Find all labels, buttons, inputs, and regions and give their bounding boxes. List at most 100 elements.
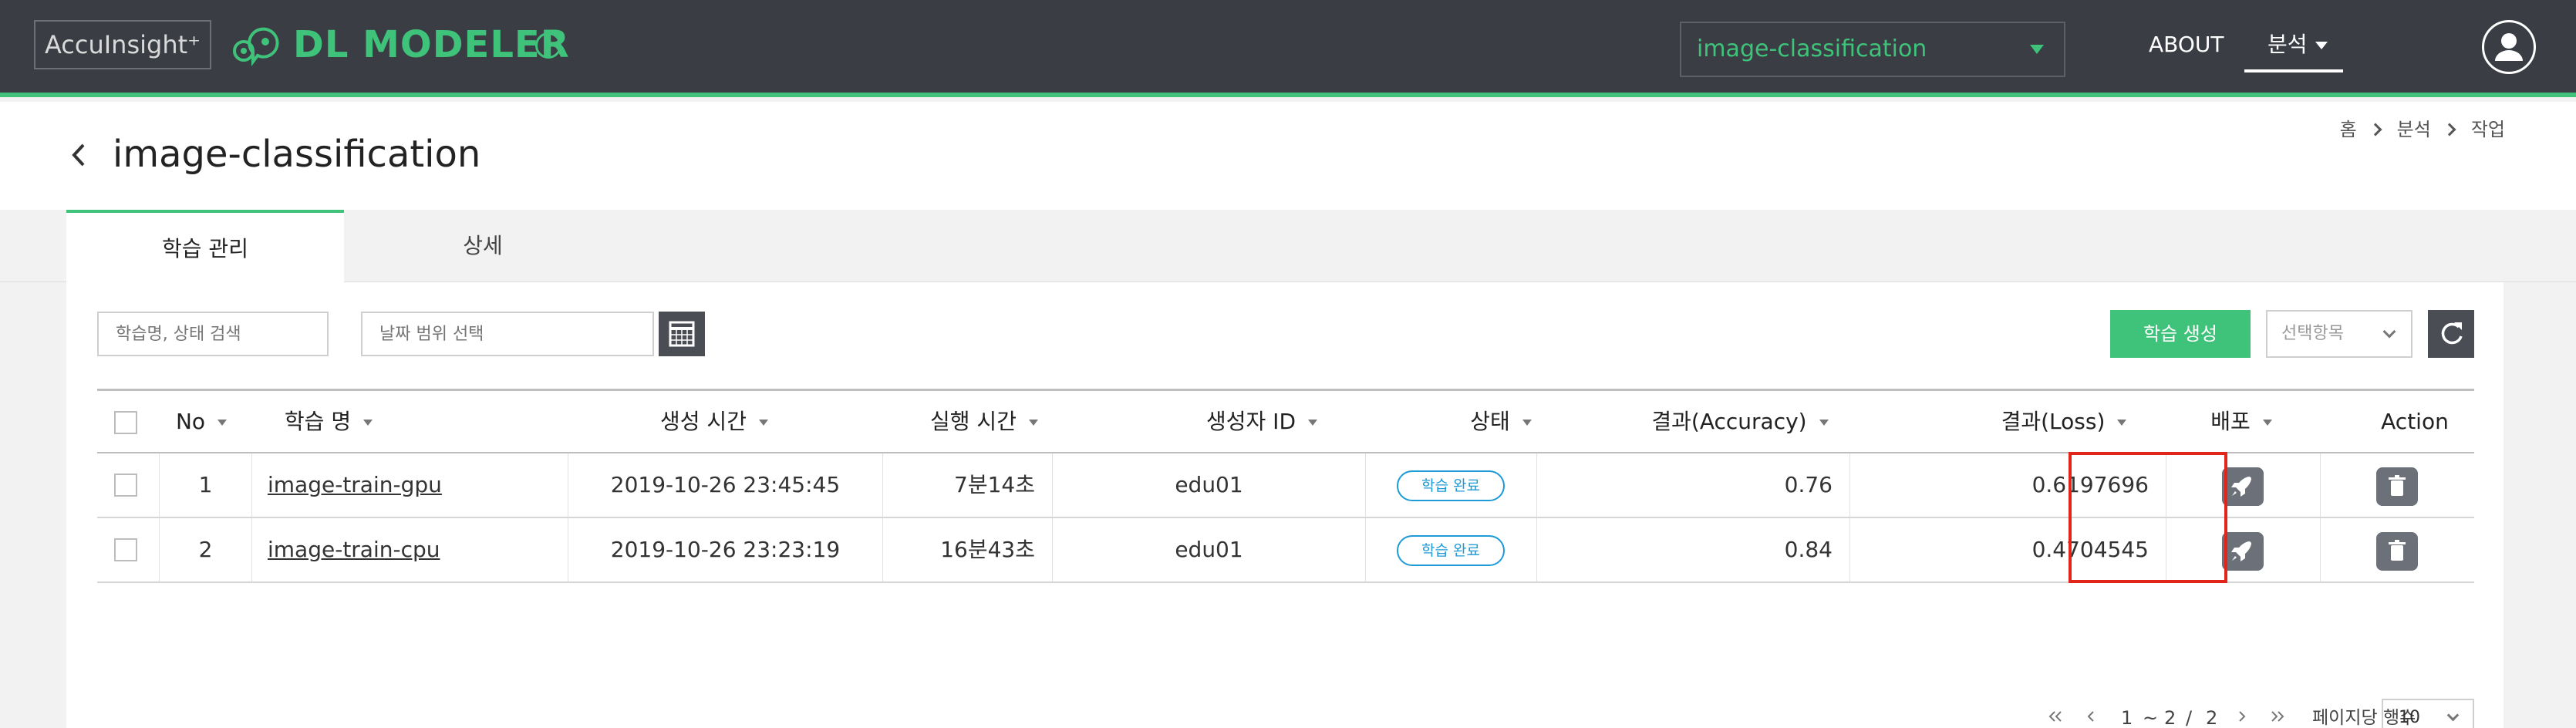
select-all-checkbox[interactable]: [114, 411, 137, 434]
calendar-icon[interactable]: [659, 312, 705, 356]
table-header: No 학습 명 생성 시간 실행 시간 생성자 ID 상태 결과(Accurac…: [97, 389, 2474, 453]
sort-icon: [1522, 420, 1532, 426]
cell-no: 2: [159, 518, 251, 581]
top-navbar: AccuInsight⁺ DL MODELER image-classifica…: [0, 0, 2576, 97]
product-name: DL MODELER: [293, 23, 570, 66]
breadcrumb-analysis[interactable]: 분석: [2397, 119, 2431, 140]
page-tilde: ~: [2143, 707, 2159, 728]
chevron-right-icon: [2369, 123, 2382, 136]
col-creator-label: 생성자 ID: [1206, 409, 1296, 434]
date-range-input[interactable]: [361, 312, 654, 356]
cell-name: image-train-cpu: [251, 518, 568, 581]
status-badge: 학습 완료: [1397, 535, 1505, 566]
first-page-icon[interactable]: [2047, 711, 2064, 722]
tab-detail[interactable]: 상세: [344, 210, 622, 282]
search-input[interactable]: [97, 312, 329, 356]
col-accuracy-label: 결과(Accuracy): [1651, 409, 1807, 434]
page-slash: /: [2186, 707, 2193, 728]
row-checkbox[interactable]: [114, 474, 137, 497]
col-no-label: No: [175, 409, 206, 434]
sort-icon: [217, 420, 228, 426]
col-name-label: 학습 명: [284, 409, 352, 434]
select-items-dropdown[interactable]: 선택항목: [2266, 310, 2412, 358]
col-created[interactable]: 생성 시간: [560, 391, 868, 453]
col-deploy-label: 배포: [2210, 409, 2251, 434]
trash-icon[interactable]: [2376, 467, 2418, 506]
cell-accuracy: 0.84: [1536, 518, 1849, 581]
nav-about[interactable]: ABOUT: [2149, 28, 2224, 62]
chevron-right-icon: [2443, 123, 2456, 136]
tab-bar: 학습 관리 상세: [0, 210, 2576, 282]
sort-icon: [363, 420, 373, 426]
col-creator[interactable]: 생성자 ID: [1146, 391, 1377, 453]
caret-down-icon: [2315, 42, 2328, 49]
col-runtime[interactable]: 실행 시간: [907, 391, 1061, 453]
breadcrumb-home[interactable]: 홈: [2340, 119, 2357, 140]
product-dropdown-icon[interactable]: [535, 32, 561, 59]
next-page-icon[interactable]: [2237, 711, 2247, 722]
breadcrumb-task: 작업: [2470, 119, 2505, 140]
sort-icon: [1308, 420, 1317, 426]
col-name[interactable]: 학습 명: [251, 391, 406, 453]
rows-per-page-select[interactable]: 10: [2382, 699, 2474, 728]
cell-runtime: 16분43초: [882, 518, 1052, 581]
cell-action: [2320, 518, 2474, 581]
page-title: image-classification: [113, 133, 481, 176]
last-page-icon[interactable]: [2269, 711, 2286, 722]
sort-icon: [1028, 420, 1038, 426]
sort-icon: [1819, 420, 1829, 426]
cell-name: image-train-gpu: [251, 453, 568, 517]
chevron-down-icon: [2382, 325, 2396, 339]
page-header: image-classification 홈 분석 작업: [0, 102, 2576, 210]
cell-creator: edu01: [1052, 518, 1365, 581]
cell-runtime: 7분14초: [882, 453, 1052, 517]
rocket-deploy-icon[interactable]: [2222, 467, 2264, 506]
rows-per-page-value: 10: [2399, 708, 2420, 727]
sort-icon: [2262, 420, 2272, 426]
col-status-label: 상태: [1470, 409, 1510, 434]
cell-created: 2019-10-26 23:23:19: [568, 518, 882, 581]
row-checkbox[interactable]: [114, 538, 137, 561]
status-badge: 학습 완료: [1397, 470, 1505, 501]
col-deploy[interactable]: 배포: [2164, 391, 2318, 453]
row-select-cell: [97, 518, 159, 581]
training-name-link[interactable]: image-train-cpu: [268, 537, 440, 562]
back-arrow-icon[interactable]: [66, 142, 93, 168]
project-select[interactable]: image-classification: [1680, 22, 2065, 77]
tab-training-management[interactable]: 학습 관리: [66, 210, 344, 282]
col-runtime-label: 실행 시간: [930, 409, 1017, 434]
page-end: 2: [2164, 707, 2176, 728]
breadcrumb: 홈 분석 작업: [2340, 116, 2505, 143]
select-items-label: 선택항목: [2281, 324, 2344, 343]
refresh-icon[interactable]: [2428, 310, 2474, 358]
col-no[interactable]: No: [159, 391, 244, 453]
dl-modeler-logo-icon: [233, 27, 279, 66]
user-avatar-icon[interactable]: [2482, 20, 2536, 74]
col-accuracy[interactable]: 결과(Accuracy): [1563, 391, 1917, 453]
nav-analysis-label: 분석: [2267, 32, 2308, 57]
deploy-highlight-box: [2069, 452, 2227, 583]
cell-creator: edu01: [1052, 453, 1365, 517]
rocket-deploy-icon[interactable]: [2222, 532, 2264, 571]
prev-page-icon[interactable]: [2085, 711, 2096, 722]
chevron-down-icon: [2446, 709, 2460, 722]
cell-status: 학습 완료: [1365, 518, 1536, 581]
cell-status: 학습 완료: [1365, 453, 1536, 517]
col-loss-label: 결과(Loss): [2001, 409, 2106, 434]
pagination: 1 ~ 2 / 2 페이지당 행수 10: [97, 699, 2474, 728]
sort-icon: [758, 420, 768, 426]
page-current: 1: [2121, 707, 2133, 728]
cell-created: 2019-10-26 23:45:45: [568, 453, 882, 517]
cell-no: 1: [159, 453, 251, 517]
training-name-link[interactable]: image-train-gpu: [268, 472, 442, 497]
nav-analysis[interactable]: 분석: [2244, 28, 2343, 72]
cell-accuracy: 0.76: [1536, 453, 1849, 517]
caret-down-icon: [2030, 45, 2044, 54]
cell-action: [2320, 453, 2474, 517]
row-select-cell: [97, 453, 159, 517]
create-training-button[interactable]: 학습 생성: [2110, 310, 2251, 358]
col-status[interactable]: 상태: [1424, 391, 1578, 453]
brand-logo[interactable]: AccuInsight⁺: [34, 20, 211, 69]
trash-icon[interactable]: [2376, 532, 2418, 571]
page-total: 2: [2206, 707, 2218, 728]
